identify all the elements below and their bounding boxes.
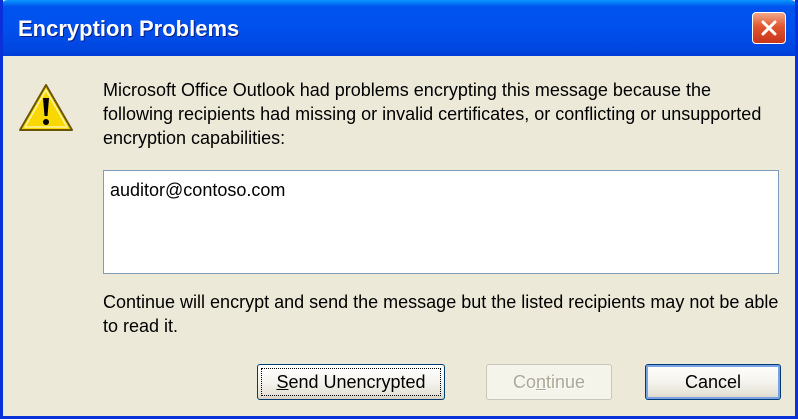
- close-button[interactable]: [752, 12, 786, 44]
- accesskey-s: S: [276, 371, 289, 392]
- problem-message: Microsoft Office Outlook had problems en…: [103, 80, 762, 148]
- continue-button[interactable]: Co n tinue: [486, 364, 612, 400]
- continue-label-pre: Co: [512, 371, 536, 392]
- send-unencrypted-button[interactable]: Send Unencrypted: [257, 364, 445, 400]
- send-unencrypted-label: Send Unencrypted: [261, 368, 441, 396]
- close-icon: [761, 20, 777, 36]
- continue-label: Co n tinue: [490, 368, 608, 396]
- continue-label-rest: tinue: [545, 371, 586, 392]
- continue-note: Continue will encrypt and send the messa…: [103, 292, 779, 336]
- send-unencrypted-label-rest: end Unencrypted: [288, 371, 426, 392]
- dialog-title: Encryption Problems: [18, 16, 240, 41]
- accesskey-n: n: [535, 371, 546, 392]
- warning-icon: [17, 82, 75, 134]
- recipients-list[interactable]: auditor@contoso.com: [103, 170, 779, 274]
- cancel-button[interactable]: Cancel: [645, 364, 781, 400]
- cancel-label: Cancel: [684, 371, 742, 392]
- list-item[interactable]: auditor@contoso.com: [110, 179, 772, 201]
- encryption-problems-dialog: Encryption Problems Microsoft Office Out…: [0, 0, 798, 419]
- title-bar[interactable]: Encryption Problems: [3, 0, 795, 56]
